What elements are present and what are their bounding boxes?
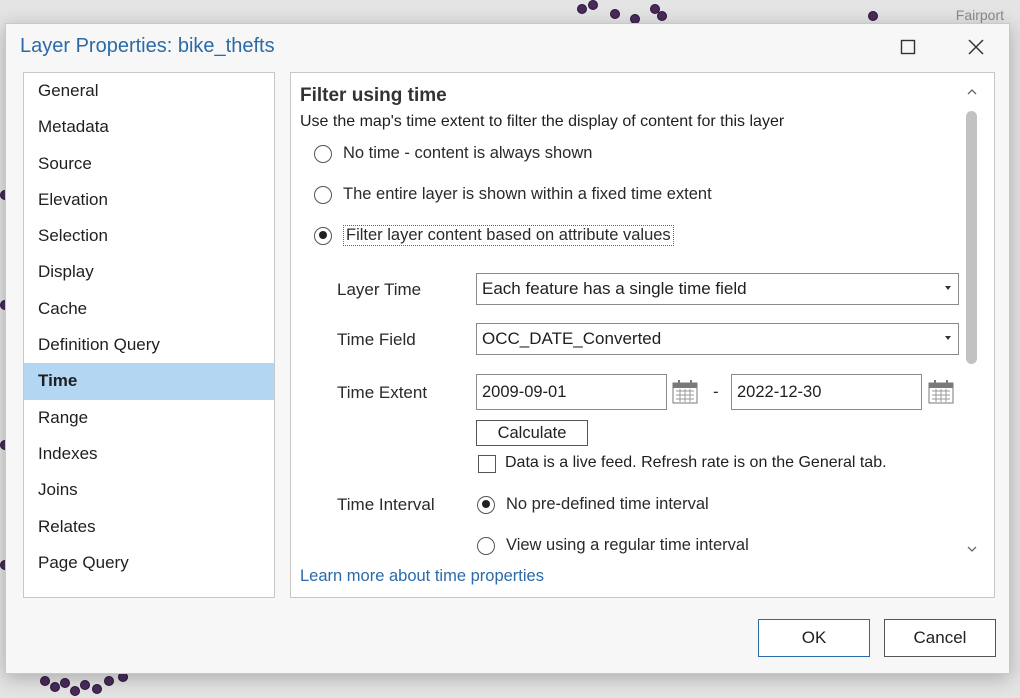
chevron-down-icon	[967, 546, 977, 552]
chevron-down-icon	[945, 286, 951, 290]
map-point	[610, 9, 620, 19]
section-heading: Filter using time	[300, 85, 447, 106]
option-label: Filter layer content based on attribute …	[343, 225, 674, 246]
option-no-interval[interactable]: No pre-defined time interval	[477, 495, 709, 514]
time-field-value: OCC_DATE_Converted	[482, 329, 662, 348]
chevron-down-icon	[945, 336, 951, 340]
option-fixed-extent[interactable]: The entire layer is shown within a fixed…	[314, 185, 712, 204]
time-extent-label: Time Extent	[337, 383, 428, 402]
nav-item-range[interactable]: Range	[24, 400, 274, 436]
radio-button-selected[interactable]	[477, 495, 495, 514]
time-interval-label: Time Interval	[337, 495, 435, 514]
live-feed-label: Data is a live feed. Refresh rate is on …	[505, 454, 887, 471]
nav-item-metadata[interactable]: Metadata	[24, 109, 274, 145]
time-properties-panel: Filter using time Use the map's time ext…	[290, 72, 995, 598]
ok-button[interactable]: OK	[758, 619, 870, 657]
layer-properties-dialog: Layer Properties: bike_thefts General Me…	[5, 23, 1010, 674]
time-field-dropdown[interactable]: OCC_DATE_Converted	[476, 323, 959, 355]
close-icon	[968, 39, 984, 55]
nav-item-selection[interactable]: Selection	[24, 218, 274, 254]
nav-item-relates[interactable]: Relates	[24, 509, 274, 545]
property-sections-nav: General Metadata Source Elevation Select…	[23, 72, 275, 598]
start-date-input[interactable]: 2009-09-01	[476, 374, 667, 410]
live-feed-checkbox[interactable]	[478, 455, 496, 473]
learn-more-link[interactable]: Learn more about time properties	[300, 567, 544, 586]
nav-item-display[interactable]: Display	[24, 254, 274, 290]
nav-item-indexes[interactable]: Indexes	[24, 436, 274, 472]
option-label: No time - content is always shown	[343, 144, 593, 162]
radio-button[interactable]	[477, 536, 495, 555]
nav-item-definition-query[interactable]: Definition Query	[24, 327, 274, 363]
map-point	[50, 682, 60, 692]
layer-time-dropdown[interactable]: Each feature has a single time field	[476, 273, 959, 305]
nav-item-cache[interactable]: Cache	[24, 291, 274, 327]
calculate-button[interactable]: Calculate	[476, 420, 588, 446]
map-point	[80, 680, 90, 690]
section-description: Use the map's time extent to filter the …	[300, 113, 785, 130]
nav-item-general[interactable]: General	[24, 73, 274, 109]
option-filter-attribute[interactable]: Filter layer content based on attribute …	[314, 225, 674, 246]
chevron-up-icon	[967, 89, 977, 95]
maximize-button[interactable]	[891, 32, 925, 62]
radio-button[interactable]	[314, 185, 332, 204]
radio-button-selected[interactable]	[314, 226, 332, 245]
calendar-icon[interactable]	[672, 380, 698, 404]
nav-item-source[interactable]: Source	[24, 146, 274, 182]
cancel-button[interactable]: Cancel	[884, 619, 996, 657]
radio-button[interactable]	[314, 144, 332, 163]
option-label: No pre-defined time interval	[506, 495, 709, 513]
option-label: View using a regular time interval	[506, 536, 749, 554]
scroll-down-arrow[interactable]	[964, 541, 980, 557]
start-date-value: 2009-09-01	[482, 383, 567, 401]
map-point	[40, 676, 50, 686]
time-field-label: Time Field	[337, 330, 416, 349]
nav-item-time[interactable]: Time	[24, 363, 274, 400]
option-no-time[interactable]: No time - content is always shown	[314, 144, 592, 163]
scrollbar-thumb[interactable]	[966, 111, 977, 364]
nav-item-elevation[interactable]: Elevation	[24, 182, 274, 218]
map-point	[868, 11, 878, 21]
date-separator: -	[713, 382, 719, 401]
scroll-up-arrow[interactable]	[964, 84, 980, 100]
map-point	[588, 0, 598, 10]
map-point	[70, 686, 80, 696]
calendar-icon[interactable]	[928, 380, 954, 404]
option-regular-interval[interactable]: View using a regular time interval	[477, 536, 749, 555]
nav-item-page-query[interactable]: Page Query	[24, 545, 274, 581]
close-button[interactable]	[959, 32, 993, 62]
option-label: The entire layer is shown within a fixed…	[343, 185, 712, 203]
map-point	[92, 684, 102, 694]
map-point	[577, 4, 587, 14]
map-place-label: Fairport	[955, 7, 1004, 23]
end-date-input[interactable]: 2022-12-30	[731, 374, 922, 410]
map-point	[104, 676, 114, 686]
layer-time-label: Layer Time	[337, 280, 422, 299]
end-date-value: 2022-12-30	[737, 383, 822, 401]
map-point	[657, 11, 667, 21]
maximize-icon	[900, 39, 916, 55]
nav-item-joins[interactable]: Joins	[24, 472, 274, 508]
map-point	[60, 678, 70, 688]
layer-time-value: Each feature has a single time field	[482, 279, 747, 298]
dialog-title: Layer Properties: bike_thefts	[20, 35, 275, 57]
